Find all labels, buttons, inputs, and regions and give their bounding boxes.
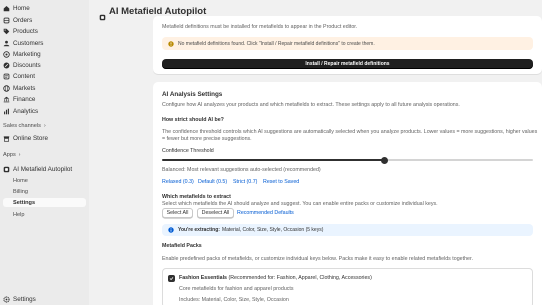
tag-icon bbox=[3, 28, 10, 35]
pack-recommended: (Recommended for: Fashion, Apparel, Clot… bbox=[228, 275, 372, 281]
preset-default[interactable]: Default (0.5) bbox=[198, 179, 227, 185]
slider-thumb[interactable] bbox=[381, 156, 389, 164]
sidebar-item-label: Orders bbox=[13, 17, 33, 24]
sidebar-item-finance[interactable]: Finance bbox=[0, 94, 86, 105]
chevron-right-icon: › bbox=[43, 123, 46, 129]
chevron-right-icon: › bbox=[18, 152, 21, 158]
pack-description: Core metafields for fashion and apparel … bbox=[179, 286, 294, 292]
orders-icon bbox=[3, 17, 10, 24]
sidebar-item-analytics[interactable]: Analytics bbox=[0, 106, 86, 117]
apps-label[interactable]: Apps › bbox=[3, 152, 20, 158]
sidebar-item-content[interactable]: Content bbox=[0, 71, 86, 82]
sidebar-item-label: Markets bbox=[13, 85, 36, 92]
strictness-description: The confidence threshold controls which … bbox=[162, 129, 538, 135]
pack-includes: Includes: Material, Color, Size, Style, … bbox=[179, 297, 289, 303]
info-icon bbox=[168, 227, 174, 233]
pack-fashion-essentials: Fashion Essentials (Recommended for: Fas… bbox=[162, 268, 533, 305]
ai-analysis-settings-card: AI Analysis Settings Configure how AI an… bbox=[153, 82, 542, 305]
app-icon bbox=[99, 8, 106, 21]
app-sub-item-home[interactable]: Home bbox=[13, 176, 28, 185]
sidebar-item-label: Online Store bbox=[13, 135, 49, 142]
deselect-all-button[interactable]: Deselect All bbox=[197, 208, 234, 218]
home-icon bbox=[3, 5, 10, 12]
sidebar-item-home[interactable]: Home bbox=[0, 3, 86, 14]
install-repair-button[interactable]: Install / Repair metafield definitions bbox=[162, 59, 533, 69]
sidebar-item-label: Marketing bbox=[13, 51, 41, 58]
target-icon bbox=[3, 51, 10, 58]
sidebar-item-online-store[interactable]: Online Store bbox=[0, 133, 86, 144]
content-icon bbox=[3, 73, 10, 80]
packs-heading: Metafield Packs bbox=[162, 243, 202, 249]
sidebar-item-label: Settings bbox=[13, 296, 36, 303]
sidebar-item-label: Discounts bbox=[13, 62, 41, 69]
extracting-info-box: You're extracting: Material, Color, Size… bbox=[162, 224, 533, 236]
sidebar-item-label: Finance bbox=[13, 96, 36, 103]
sidebar-item-products[interactable]: Products bbox=[0, 26, 86, 37]
analysis-title: AI Analysis Settings bbox=[162, 91, 223, 98]
pack-checkbox[interactable] bbox=[168, 275, 175, 282]
app-icon bbox=[3, 166, 10, 173]
strictness-description-cont: = fewer but more precise suggestions. bbox=[162, 136, 252, 142]
recommended-defaults-link[interactable]: Recommended Defaults bbox=[237, 210, 294, 216]
gear-icon bbox=[3, 296, 10, 303]
strictness-heading: How strict should AI be? bbox=[162, 117, 224, 123]
globe-icon bbox=[3, 85, 10, 92]
confidence-label: Confidence Threshold bbox=[162, 148, 214, 154]
sidebar-item-label: Home bbox=[13, 5, 30, 12]
sidebar-item-label: Products bbox=[13, 28, 38, 35]
sidebar-item-marketing[interactable]: Marketing bbox=[0, 49, 86, 60]
packs-description: Enable predefined packs of metafields, o… bbox=[162, 256, 473, 262]
preset-strict[interactable]: Strict (0.7) bbox=[233, 179, 257, 185]
extracting-label: You're extracting: bbox=[178, 227, 220, 233]
store-icon bbox=[3, 135, 10, 142]
checkmark-icon bbox=[169, 277, 174, 281]
chart-icon bbox=[3, 108, 10, 115]
slider-fill bbox=[162, 159, 385, 161]
sidebar-item-orders[interactable]: Orders bbox=[0, 15, 86, 26]
sales-channels-label[interactable]: Sales channels › bbox=[3, 123, 46, 129]
sidebar-item-label: Content bbox=[13, 73, 36, 80]
sidebar-item-label: Customers bbox=[13, 40, 44, 47]
sidebar: Home Orders Products Customers Marketing… bbox=[0, 0, 89, 305]
pack-title-line: Fashion Essentials (Recommended for: Fas… bbox=[179, 275, 372, 281]
sidebar-item-customers[interactable]: Customers bbox=[0, 38, 86, 49]
app-sub-item-help[interactable]: Help bbox=[13, 210, 25, 219]
select-all-button[interactable]: Select All bbox=[162, 208, 193, 218]
pack-name: Fashion Essentials bbox=[179, 275, 227, 281]
reset-to-saved[interactable]: Reset to Saved bbox=[263, 179, 299, 185]
person-icon bbox=[3, 40, 10, 47]
install-description: Metafield definitions must be installed … bbox=[162, 24, 358, 30]
sidebar-item-settings[interactable]: Settings bbox=[0, 294, 86, 305]
extracting-value: Material, Color, Size, Style, Occasion (… bbox=[221, 227, 324, 233]
sidebar-item-label: AI Metafield Autopilot bbox=[13, 166, 73, 173]
warning-text: No metafield definitions found. Click "I… bbox=[178, 40, 375, 47]
warning-icon bbox=[168, 40, 174, 47]
confidence-slider[interactable] bbox=[162, 156, 533, 164]
app-sub-item-billing[interactable]: Billing bbox=[13, 187, 28, 196]
balanced-text: Balanced: Most relevant suggestions auto… bbox=[162, 167, 321, 173]
analysis-description: Configure how AI analyzes your products … bbox=[162, 102, 460, 108]
extract-description: Select which metafields the AI should an… bbox=[162, 201, 438, 207]
extract-heading: Which metafields to extract bbox=[162, 194, 231, 200]
sidebar-item-label: Analytics bbox=[13, 108, 39, 115]
app-sub-item-settings[interactable]: Settings bbox=[3, 198, 86, 207]
bank-icon bbox=[3, 96, 10, 103]
install-definitions-card: Metafield definitions must be installed … bbox=[153, 16, 542, 74]
warning-banner: No metafield definitions found. Click "I… bbox=[162, 37, 533, 50]
preset-relaxed[interactable]: Relaxed (0.3) bbox=[162, 179, 194, 185]
sidebar-item-app[interactable]: AI Metafield Autopilot bbox=[0, 164, 86, 175]
discount-icon bbox=[3, 62, 10, 69]
sidebar-item-markets[interactable]: Markets bbox=[0, 83, 86, 94]
sidebar-item-discounts[interactable]: Discounts bbox=[0, 60, 86, 71]
